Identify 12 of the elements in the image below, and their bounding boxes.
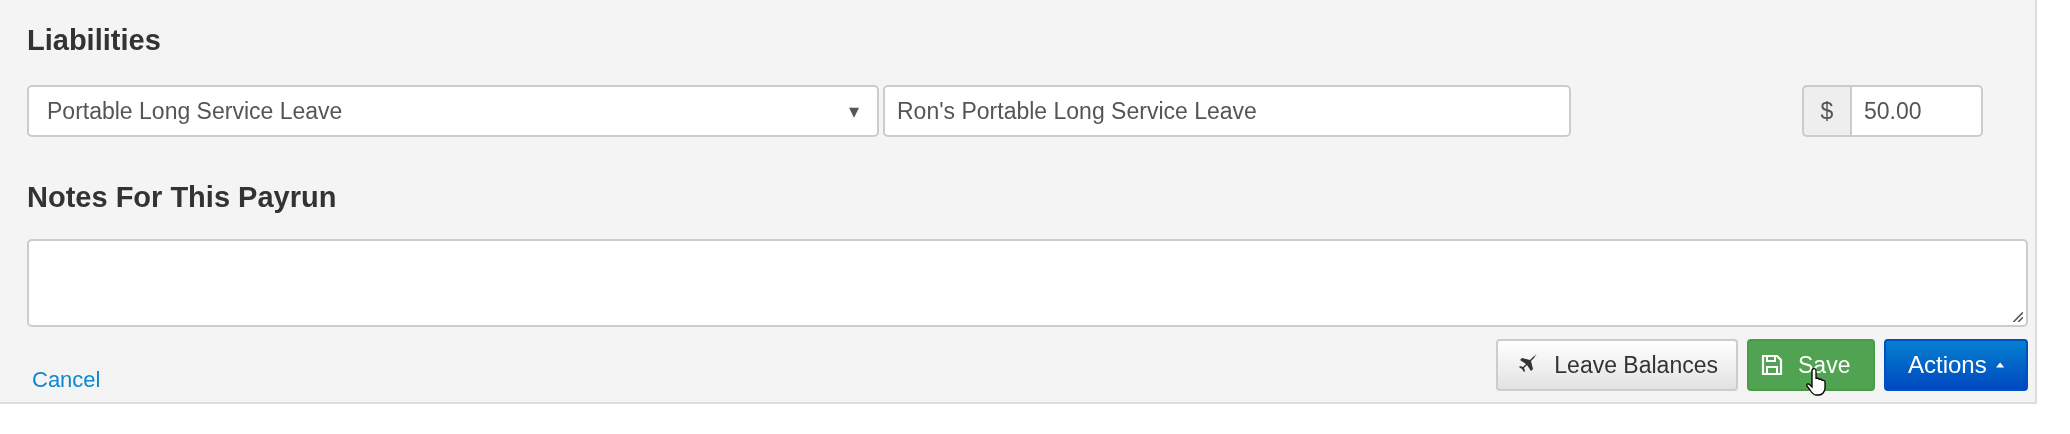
description-field[interactable]: Ron's Portable Long Service Leave	[883, 85, 1571, 137]
type-select[interactable]: Portable Long Service Leave ▾	[27, 85, 879, 137]
section-heading: Notes For This Payrun	[27, 180, 338, 215]
resize-grip-icon[interactable]	[2011, 310, 2023, 322]
notes-field[interactable]	[27, 239, 2028, 327]
cancel-link[interactable]: Cancel	[32, 367, 101, 393]
caret-icon	[1995, 361, 2004, 369]
leave-balances-button[interactable]: Leave Balances	[1496, 339, 1738, 391]
section-heading: Liabilities	[27, 23, 162, 58]
amount-field[interactable]: 50.00	[1850, 85, 1983, 137]
currency-addon: $	[1802, 85, 1850, 137]
actions-button[interactable]: Actions	[1884, 339, 2028, 391]
